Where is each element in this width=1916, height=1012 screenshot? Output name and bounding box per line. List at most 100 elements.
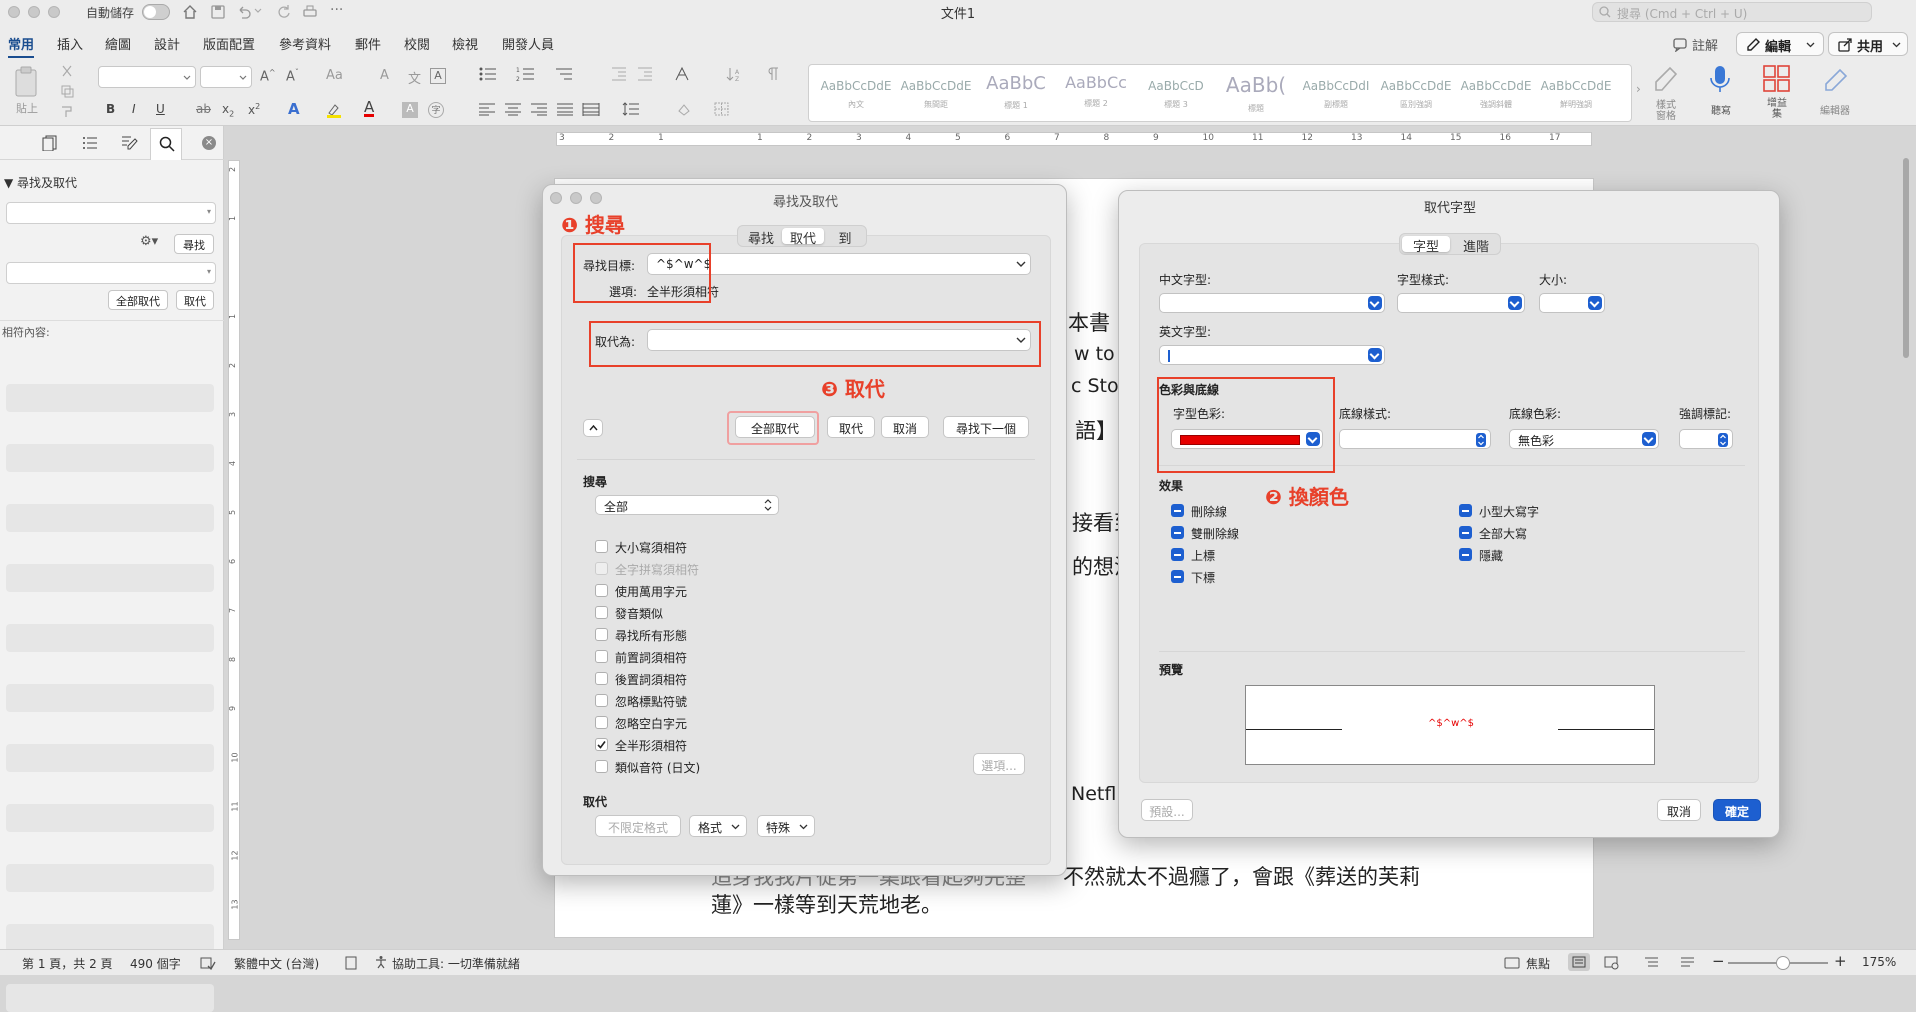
- zoom-level[interactable]: 175%: [1862, 955, 1896, 969]
- format-painter-icon[interactable]: [60, 104, 74, 118]
- redo-icon[interactable]: [276, 4, 292, 20]
- style-gallery-item[interactable]: AaBbCcDdI 副標題: [1297, 71, 1375, 119]
- tab-font[interactable]: 字型: [1402, 236, 1450, 255]
- tab-replace[interactable]: 取代: [782, 228, 824, 247]
- zoom-in-button[interactable]: +: [1834, 952, 1847, 970]
- ok-button[interactable]: 確定: [1713, 799, 1761, 821]
- cancel-button[interactable]: 取消: [881, 416, 929, 438]
- minimize-window-button[interactable]: [28, 6, 40, 18]
- font-style-select[interactable]: [1397, 293, 1525, 313]
- print-layout-view-button[interactable]: [1568, 953, 1590, 971]
- tab-goto[interactable]: 到: [824, 228, 866, 247]
- checkbox[interactable]: [595, 716, 608, 729]
- clipboard-icon[interactable]: [10, 66, 44, 100]
- effect-checkbox-row[interactable]: 下標: [1171, 569, 1311, 585]
- underline-color-select[interactable]: 無色彩: [1509, 429, 1659, 449]
- save-icon[interactable]: [210, 4, 226, 20]
- search-pane-tab[interactable]: [150, 128, 182, 160]
- replace-pane-button[interactable]: 取代: [176, 290, 214, 310]
- tab-layout[interactable]: 版面配置: [203, 34, 255, 53]
- autosave-toggle[interactable]: [142, 4, 170, 20]
- text-effects-icon[interactable]: A: [288, 100, 300, 118]
- option-checkbox-row[interactable]: 使用萬用字元: [595, 583, 855, 599]
- option-checkbox-row[interactable]: 大小寫須相符: [595, 539, 855, 555]
- find-button[interactable]: 尋找: [174, 234, 214, 254]
- word-count[interactable]: 490 個字: [130, 955, 181, 972]
- align-right-icon[interactable]: [530, 102, 548, 116]
- effect-checkbox-row[interactable]: 刪除線: [1171, 503, 1311, 519]
- shrink-font-icon[interactable]: Aˇ: [286, 68, 299, 84]
- style-gallery-item[interactable]: AaBbCcDdE 區別強調: [1377, 71, 1455, 119]
- style-gallery-item[interactable]: AaBbCcD 標題 3: [1137, 71, 1215, 119]
- bullets-icon[interactable]: [478, 66, 498, 82]
- comment-button[interactable]: 註解: [1666, 32, 1744, 56]
- checkbox[interactable]: [595, 650, 608, 663]
- dictate-icon[interactable]: [1708, 64, 1732, 94]
- tab-view[interactable]: 檢視: [452, 34, 478, 53]
- vertical-scrollbar[interactable]: [1900, 152, 1912, 947]
- tab-advanced[interactable]: 進階: [1452, 236, 1500, 255]
- char-border-icon[interactable]: A: [430, 68, 446, 84]
- format-button[interactable]: 格式: [689, 815, 747, 837]
- clear-format-icon[interactable]: A: [380, 68, 389, 83]
- tab-design[interactable]: 設計: [154, 34, 180, 53]
- align-center-icon[interactable]: [504, 102, 522, 116]
- decrease-indent-icon[interactable]: [610, 66, 628, 82]
- style-gallery-item[interactable]: AaBbCcDdE 強調斜體: [1457, 71, 1535, 119]
- paste-label[interactable]: 貼上: [16, 100, 38, 116]
- accessibility-status[interactable]: 協助工具: 一切準備就緒: [392, 955, 520, 972]
- proofing-icon[interactable]: [200, 956, 216, 970]
- draft-view-button[interactable]: [1680, 956, 1696, 970]
- increase-indent-icon[interactable]: [636, 66, 654, 82]
- align-left-icon[interactable]: [478, 102, 496, 116]
- tab-home[interactable]: 常用: [8, 34, 35, 58]
- find-text-input[interactable]: ▾: [6, 202, 216, 224]
- option-checkbox-row[interactable]: 全字拼寫須相符: [595, 561, 855, 577]
- ruler-bar[interactable]: 3 2 1 1 2 3 4 5 6 7 8 9 10 11 12 13 14 15 16 17: [556, 132, 1592, 146]
- style-gallery-item[interactable]: AaBbCcDdE 鮮明強調: [1537, 71, 1615, 119]
- zoom-slider-thumb[interactable]: [1776, 956, 1790, 970]
- checkbox[interactable]: [595, 738, 608, 751]
- phonetic-guide-icon[interactable]: 文: [408, 68, 421, 87]
- numbering-icon[interactable]: 12: [516, 66, 536, 82]
- checkbox[interactable]: [595, 672, 608, 685]
- close-window-button[interactable]: [8, 6, 20, 18]
- option-checkbox-row[interactable]: 忽略標點符號: [595, 693, 855, 709]
- font-color-icon[interactable]: A: [364, 100, 375, 117]
- en-font-select[interactable]: [1159, 345, 1385, 365]
- option-checkbox-row[interactable]: 全半形須相符: [595, 737, 855, 753]
- underline-icon[interactable]: U: [156, 102, 165, 116]
- cn-font-select[interactable]: [1159, 293, 1385, 313]
- style-gallery-item[interactable]: AaBbC 標題 1: [977, 71, 1055, 119]
- special-button[interactable]: 特殊: [757, 815, 815, 837]
- char-shading-icon[interactable]: A: [402, 102, 418, 118]
- collapse-button[interactable]: [583, 419, 603, 437]
- subscript-icon[interactable]: x2: [222, 102, 234, 118]
- highlight-icon[interactable]: [326, 102, 342, 118]
- option-checkbox-row[interactable]: 後置詞須相符: [595, 671, 855, 687]
- effect-checkbox-row[interactable]: 上標: [1171, 547, 1311, 563]
- share-button[interactable]: 共用: [1828, 32, 1908, 56]
- focus-label[interactable]: 焦點: [1526, 955, 1550, 972]
- style-gallery-item[interactable]: AaBb(標題: [1217, 71, 1295, 119]
- replace-text-input[interactable]: ▾: [6, 262, 216, 284]
- edit-mode-button[interactable]: 編輯: [1736, 32, 1824, 56]
- font-name-select[interactable]: [98, 66, 196, 88]
- undo-icon[interactable]: [236, 4, 252, 20]
- print-icon[interactable]: [302, 4, 318, 20]
- checkbox[interactable]: [595, 540, 608, 553]
- line-spacing-icon[interactable]: [622, 102, 640, 116]
- effect-checkbox-row[interactable]: 隱藏: [1459, 547, 1599, 563]
- sort-icon[interactable]: AZ: [726, 66, 744, 82]
- undo-dropdown-icon[interactable]: [254, 6, 262, 16]
- no-format-button[interactable]: 不限定格式: [595, 815, 681, 837]
- tab-mailings[interactable]: 郵件: [355, 34, 381, 53]
- font-size-select[interactable]: [200, 66, 252, 88]
- mixed-checkbox[interactable]: [1171, 526, 1184, 539]
- mixed-checkbox[interactable]: [1171, 570, 1184, 583]
- find-replace-header[interactable]: ▼ 尋找及取代: [4, 174, 77, 191]
- checkbox[interactable]: [595, 760, 608, 773]
- underline-style-select[interactable]: [1339, 429, 1491, 449]
- multilevel-list-icon[interactable]: [554, 66, 574, 82]
- language-status[interactable]: 繁體中文 (台灣): [234, 955, 319, 972]
